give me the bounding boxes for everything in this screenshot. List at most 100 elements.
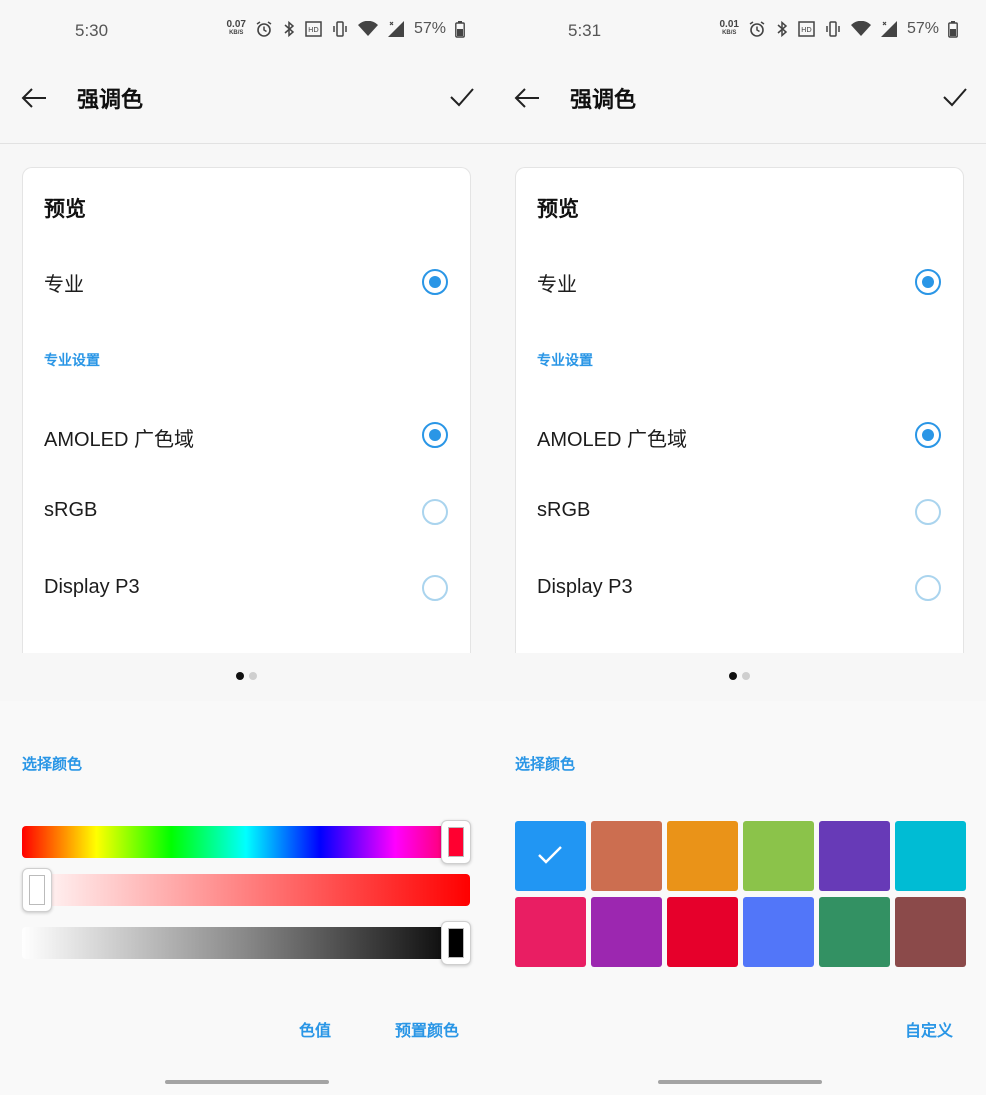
battery-percentage: 57% bbox=[413, 20, 446, 37]
page-dot-active bbox=[236, 672, 244, 680]
color-swatch[interactable] bbox=[819, 821, 890, 891]
mode-pro-radio[interactable] bbox=[422, 269, 448, 295]
option-p3-radio[interactable] bbox=[915, 575, 941, 601]
color-sheet: 选择颜色 自定义 bbox=[493, 701, 986, 1095]
page-dot bbox=[742, 672, 750, 680]
volte-icon: HD bbox=[305, 21, 322, 37]
option-amoled-radio[interactable] bbox=[422, 422, 448, 448]
page-dot bbox=[249, 672, 257, 680]
app-bar: 强调色 bbox=[493, 62, 986, 144]
wifi-icon bbox=[357, 21, 378, 36]
battery-icon bbox=[948, 20, 958, 38]
alarm-icon bbox=[256, 21, 272, 37]
mode-pro-label: 专业 bbox=[537, 274, 577, 296]
home-indicator[interactable] bbox=[658, 1080, 822, 1084]
screen-preset-colors: 5:31 0.01 KB/S HD 57% 强调色 预览 专业 专业设置 AMO… bbox=[493, 0, 986, 1095]
color-swatch[interactable] bbox=[667, 897, 738, 967]
confirm-check-icon[interactable] bbox=[942, 84, 968, 110]
color-swatch[interactable] bbox=[743, 821, 814, 891]
preset-colors-button[interactable]: 预置颜色 bbox=[395, 1017, 459, 1041]
svg-text:HD: HD bbox=[801, 26, 812, 34]
status-time: 5:30 bbox=[75, 21, 109, 40]
network-speed-value: 0.07 bbox=[226, 19, 246, 30]
status-icons: 0.01 KB/S HD 57% bbox=[720, 20, 959, 38]
hue-slider[interactable] bbox=[22, 826, 470, 858]
saturation-slider[interactable] bbox=[22, 874, 470, 906]
hue-thumb-swatch bbox=[448, 827, 464, 857]
hue-slider-thumb[interactable] bbox=[441, 820, 471, 864]
option-srgb-radio[interactable] bbox=[422, 499, 448, 525]
status-bar: 5:31 0.01 KB/S HD 57% bbox=[493, 0, 986, 62]
brightness-slider-thumb[interactable] bbox=[441, 921, 471, 965]
color-swatch[interactable] bbox=[591, 821, 662, 891]
brightness-slider[interactable] bbox=[22, 927, 470, 959]
color-sheet: 选择颜色 色值 预置颜色 bbox=[0, 701, 493, 1095]
color-swatch[interactable] bbox=[591, 897, 662, 967]
option-amoled-radio[interactable] bbox=[915, 422, 941, 448]
preview-card: 预览 专业 专业设置 AMOLED 广色域 sRGB Display P3 bbox=[22, 167, 471, 653]
page-title: 强调色 bbox=[77, 87, 144, 112]
preview-title: 预览 bbox=[44, 198, 86, 221]
saturation-slider-thumb[interactable] bbox=[22, 868, 52, 912]
color-swatch[interactable] bbox=[895, 897, 966, 967]
option-amoled-label: AMOLED 广色域 bbox=[537, 429, 688, 451]
preview-title: 预览 bbox=[537, 198, 579, 221]
preset-color-grid bbox=[515, 821, 966, 967]
vibrate-icon bbox=[826, 21, 840, 37]
color-swatch[interactable] bbox=[895, 821, 966, 891]
option-p3-label: Display P3 bbox=[44, 576, 140, 598]
battery-icon bbox=[455, 20, 465, 38]
cellular-signal-icon bbox=[880, 21, 897, 37]
cellular-signal-icon bbox=[387, 21, 404, 37]
color-swatch[interactable] bbox=[667, 821, 738, 891]
battery-percentage: 57% bbox=[906, 20, 939, 37]
selected-check-icon bbox=[538, 846, 562, 864]
network-speed: 0.07 KB/S bbox=[226, 19, 246, 37]
mode-pro-radio[interactable] bbox=[915, 269, 941, 295]
saturation-thumb-swatch bbox=[29, 875, 45, 905]
svg-text:HD: HD bbox=[308, 26, 319, 34]
network-speed: 0.01 KB/S bbox=[719, 19, 739, 37]
section-pro-settings: 专业设置 bbox=[44, 352, 100, 368]
page-indicator bbox=[493, 672, 986, 680]
confirm-check-icon[interactable] bbox=[449, 84, 475, 110]
wifi-icon bbox=[850, 21, 871, 36]
option-p3-label: Display P3 bbox=[537, 576, 633, 598]
choose-color-label: 选择颜色 bbox=[515, 756, 576, 773]
app-bar: 强调色 bbox=[0, 62, 493, 144]
home-indicator[interactable] bbox=[165, 1080, 329, 1084]
option-amoled-label: AMOLED 广色域 bbox=[44, 429, 195, 451]
option-srgb-radio[interactable] bbox=[915, 499, 941, 525]
back-arrow-icon[interactable] bbox=[20, 84, 48, 112]
option-p3-radio[interactable] bbox=[422, 575, 448, 601]
color-swatch[interactable] bbox=[515, 821, 586, 891]
option-srgb-label: sRGB bbox=[44, 499, 98, 521]
page-indicator bbox=[0, 672, 493, 680]
status-bar: 5:30 0.07 KB/S HD 57% bbox=[0, 0, 493, 62]
mode-pro-label: 专业 bbox=[44, 274, 84, 296]
network-speed-unit: KB/S bbox=[722, 30, 737, 36]
section-pro-settings: 专业设置 bbox=[537, 352, 593, 368]
color-swatch[interactable] bbox=[743, 897, 814, 967]
brightness-thumb-swatch bbox=[448, 928, 464, 958]
color-value-button[interactable]: 色值 bbox=[299, 1017, 331, 1041]
screen-color-picker: 5:30 0.07 KB/S HD 57% 强调色 预览 专业 专业设置 AMO… bbox=[0, 0, 493, 1095]
custom-color-button[interactable]: 自定义 bbox=[905, 1017, 953, 1041]
bluetooth-icon bbox=[284, 20, 295, 38]
alarm-icon bbox=[749, 21, 765, 37]
bluetooth-icon bbox=[777, 20, 788, 38]
network-speed-value: 0.01 bbox=[719, 19, 739, 30]
option-srgb-label: sRGB bbox=[537, 499, 591, 521]
choose-color-label: 选择颜色 bbox=[22, 756, 83, 773]
preview-card: 预览 专业 专业设置 AMOLED 广色域 sRGB Display P3 bbox=[515, 167, 964, 653]
status-time: 5:31 bbox=[568, 21, 602, 40]
page-dot-active bbox=[729, 672, 737, 680]
page-title: 强调色 bbox=[570, 87, 637, 112]
network-speed-unit: KB/S bbox=[229, 30, 244, 36]
back-arrow-icon[interactable] bbox=[513, 84, 541, 112]
color-swatch[interactable] bbox=[819, 897, 890, 967]
status-icons: 0.07 KB/S HD 57% bbox=[227, 20, 466, 38]
color-swatch[interactable] bbox=[515, 897, 586, 967]
volte-icon: HD bbox=[798, 21, 815, 37]
vibrate-icon bbox=[333, 21, 347, 37]
